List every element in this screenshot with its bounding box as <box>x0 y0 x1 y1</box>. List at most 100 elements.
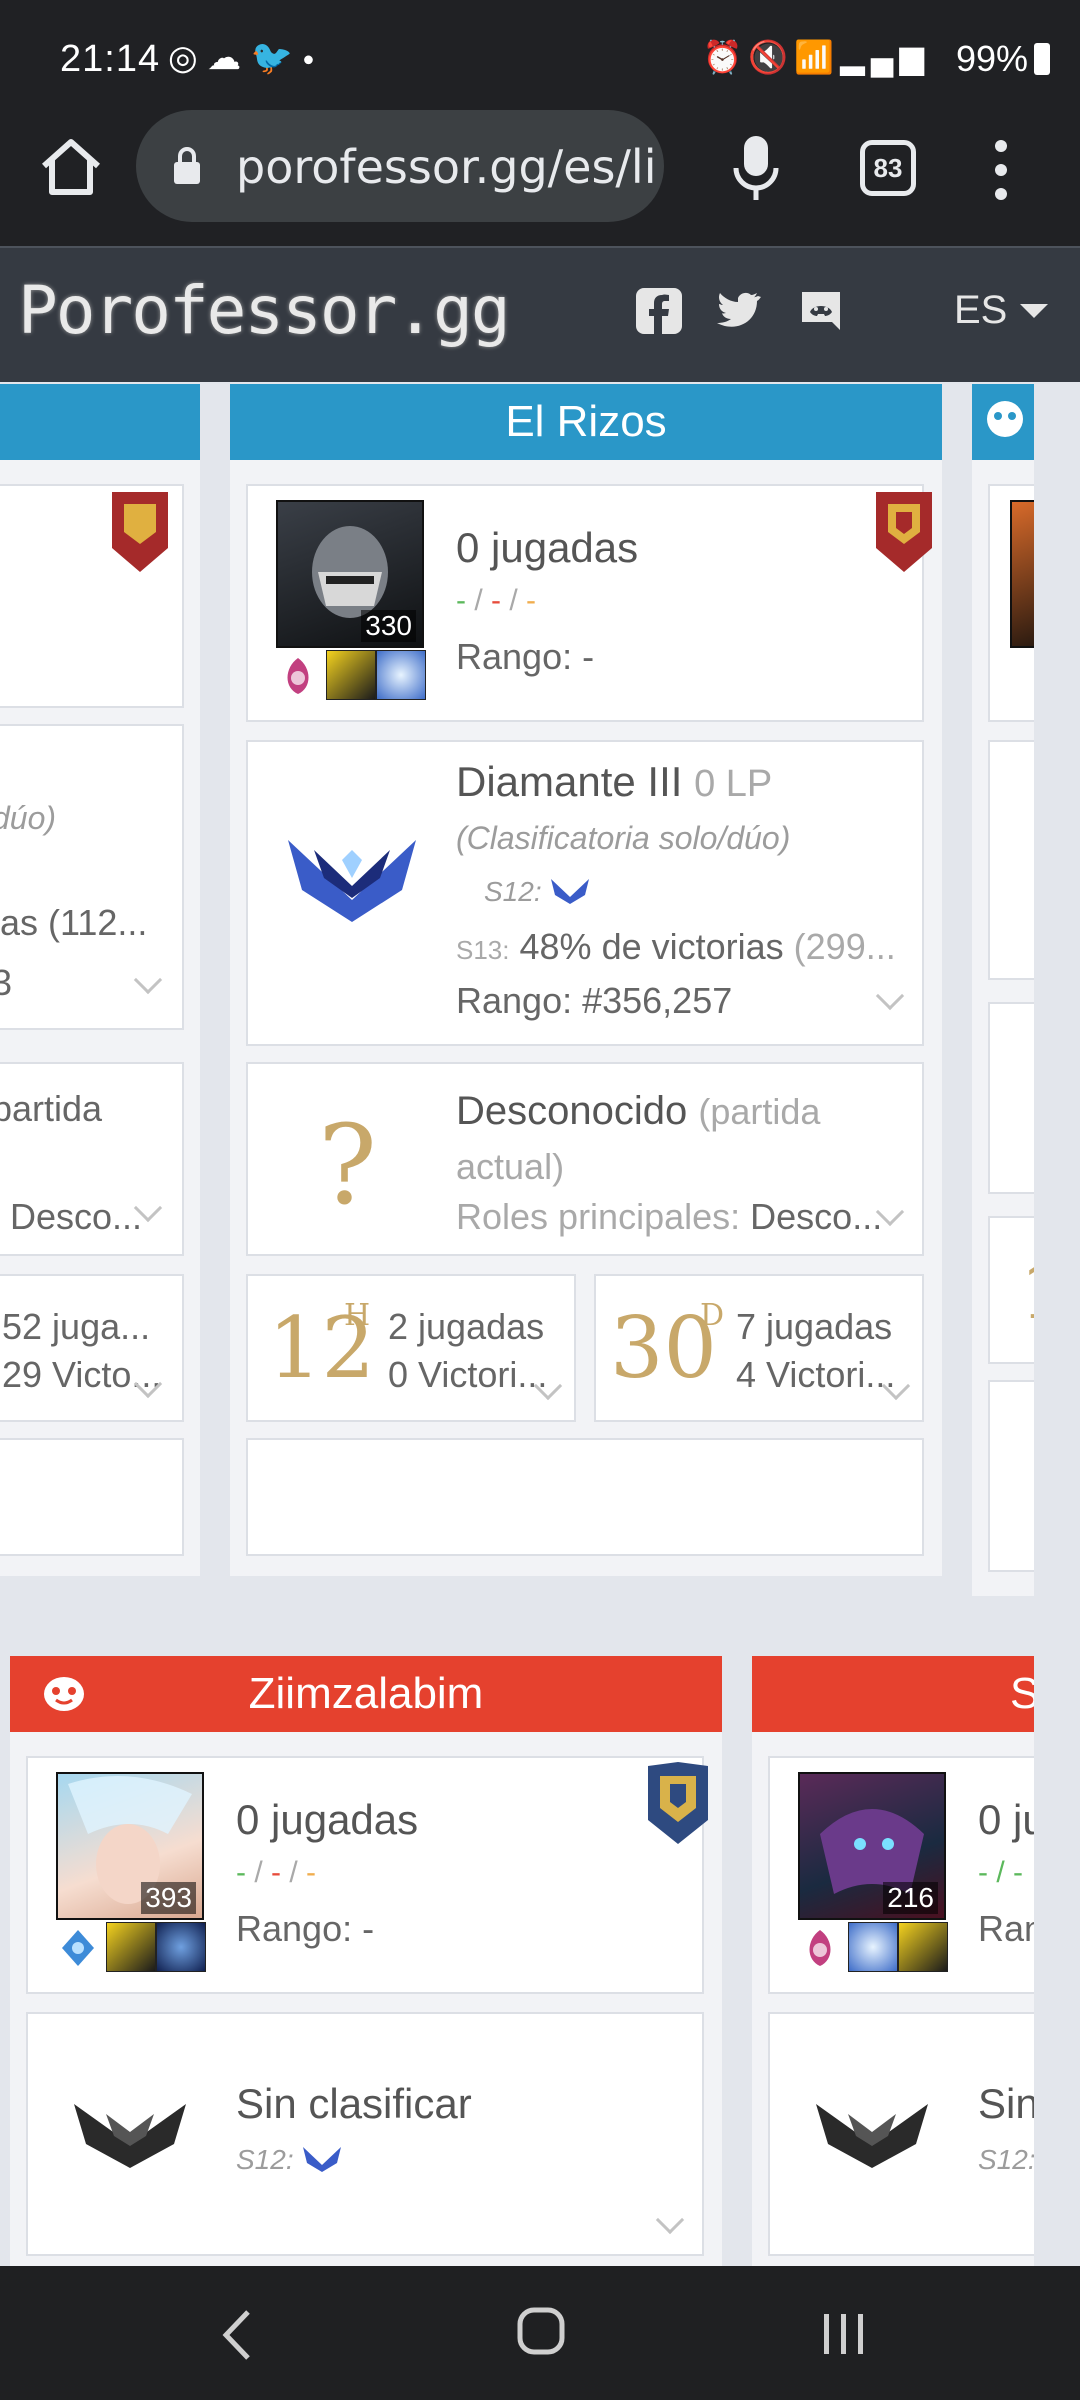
champion-level: 393 <box>141 1882 196 1914</box>
ladder-rank-text: Rango: #356,257 <box>456 980 733 1021</box>
wins-count-text: 4 Victori... <box>736 1354 896 1395</box>
rank-emblem-icon <box>876 492 932 572</box>
language-selector[interactable]: ES <box>954 288 1007 333</box>
browser-toolbar: porofessor.gg/es/li 83 <box>0 110 1080 246</box>
recent-apps-icon[interactable] <box>820 2312 868 2356</box>
player-name[interactable]: Ziimzalabim <box>249 1669 484 1718</box>
stats-30-days-panel[interactable]: 30 D 7 jugadas 4 Victori... <box>594 1274 924 1422</box>
extra-panel <box>246 1438 924 1556</box>
address-bar[interactable]: porofessor.gg/es/li <box>136 110 664 222</box>
player-name[interactable]: El Rizos <box>230 384 942 460</box>
ranked-panel[interactable]: Diamante III 0 LP (Clasificatoria solo/d… <box>246 740 924 1046</box>
facebook-icon[interactable] <box>634 286 684 336</box>
kda-text: - / - / - <box>456 584 537 617</box>
cloud-icon: ☁ <box>207 39 242 77</box>
hours-unit: H <box>344 1298 371 1333</box>
player-card-partial-right: 1 <box>972 384 1068 1596</box>
main-roles-text: Roles principales: Desco... <box>456 1196 883 1237</box>
player-card-partial-right-bottom: S 216 0 ju - / - Ran Sin S12: <box>752 1656 1048 2266</box>
chevron-down-icon[interactable] <box>133 965 163 995</box>
alarm-icon: ⏰ <box>702 39 749 75</box>
diamond-emblem-icon <box>288 840 416 922</box>
player-card-header: Ziimzalabim <box>10 1656 722 1732</box>
recent-stats-panel[interactable]: 52 juga... 29 Victo... <box>0 1274 184 1422</box>
rank-label: Rango: - <box>456 636 595 677</box>
flash-spell-icon <box>376 650 426 700</box>
tier-text: Sin clasificar <box>236 2080 472 2127</box>
tier-text: Sin <box>978 2080 1039 2127</box>
champion-portrait[interactable]: 216 <box>798 1772 946 1920</box>
player-card-el-rizos: El Rizos 330 0 jugadas - / - / - Rango: … <box>230 384 942 1576</box>
battery-level: 99% <box>956 38 1050 80</box>
status-bar: 21:14 ◎ ☁ 🐦 ● ⏰🔇📶▂▄▆ 99% <box>0 0 1080 120</box>
kda-text: - / - <box>978 1856 1023 1889</box>
ranked-panel[interactable]: dúo) ias (112... 3 <box>0 724 184 1030</box>
champion-panel[interactable]: 393 0 jugadas - / - / - Rango: - <box>26 1756 708 1994</box>
page-gutter <box>1034 384 1080 2266</box>
site-header: Porofessor.gg ES <box>0 246 1080 382</box>
diamond-small-icon <box>551 879 590 904</box>
unranked-emblem-icon <box>816 2104 928 2168</box>
games-count-text: 2 jugadas <box>388 1306 545 1347</box>
rank-emblem-icon <box>648 1762 708 1844</box>
mute-icon: 🔇 <box>748 39 795 75</box>
champion-level: 330 <box>361 610 416 642</box>
ranked-queue-label: (Clasificatoria solo/dúo) <box>456 820 791 856</box>
discord-icon[interactable] <box>796 286 846 336</box>
ranked-panel[interactable]: Sin clasificar S12: <box>26 2012 704 2256</box>
champion-portrait[interactable]: 330 <box>276 500 424 648</box>
home-nav-icon[interactable] <box>516 2306 566 2356</box>
champion-level: 216 <box>883 1882 938 1914</box>
current-game-panel[interactable]: partida Desco... <box>0 1062 184 1256</box>
rune-icon <box>278 654 318 698</box>
home-icon[interactable] <box>36 132 106 202</box>
site-logo[interactable]: Porofessor.gg <box>18 272 511 349</box>
current-role-text: Desconocido (partida actual) <box>456 1089 821 1187</box>
chevron-down-icon[interactable] <box>875 981 905 1011</box>
games-count-text: 52 juga... <box>2 1306 151 1347</box>
dot-icon: ● <box>302 48 315 71</box>
summoner-spells <box>58 1922 206 1974</box>
question-mark-icon: ? <box>318 1101 377 1229</box>
summoner-spells <box>278 650 426 702</box>
cleanse-spell-icon <box>156 1922 206 1972</box>
microphone-icon[interactable] <box>728 132 784 204</box>
current-game-panel[interactable]: ? Desconocido (partida actual) Roles pri… <box>246 1062 924 1256</box>
current-game-text: partida <box>0 1088 103 1129</box>
extra-panel <box>0 1438 184 1556</box>
player-card-header <box>0 384 200 460</box>
ladder-rank-text: 3 <box>0 962 13 1003</box>
champion-panel[interactable]: 216 0 ju - / - Ran <box>768 1756 1048 1994</box>
wifi-icon: 📶 <box>794 39 841 75</box>
wins-count-text: 29 Victo... <box>2 1354 162 1395</box>
previous-season-rank: S12: <box>978 2144 1036 2175</box>
stats-12-hours-panel[interactable]: 12 H 2 jugadas 0 Victori... <box>246 1274 576 1422</box>
back-icon[interactable] <box>222 2308 252 2362</box>
ghost-spell-icon <box>898 1922 948 1972</box>
champion-panel[interactable]: 330 0 jugadas - / - / - Rango: - <box>246 484 932 722</box>
champion-portrait[interactable]: 393 <box>56 1772 204 1920</box>
games-count-text: 7 jugadas <box>736 1306 893 1347</box>
chevron-down-icon[interactable] <box>1020 304 1048 318</box>
notification-icons: ◎ ☁ 🐦 ● <box>168 38 314 78</box>
more-menu-icon[interactable] <box>986 138 1016 202</box>
battery-icon <box>1034 43 1050 75</box>
ranked-panel[interactable]: Sin S12: <box>768 2012 1048 2256</box>
player-card-header <box>972 384 1034 460</box>
ghost-spell-icon <box>326 650 376 700</box>
winrate-text: ias (112... <box>0 902 148 943</box>
system-icons: ⏰🔇📶▂▄▆ <box>703 38 930 76</box>
previous-season-rank: S12: <box>236 2144 343 2176</box>
twitter-icon[interactable] <box>712 286 762 336</box>
days-unit: D <box>700 1298 725 1333</box>
player-name[interactable]: S <box>752 1656 1039 1732</box>
summoner-spells <box>800 1922 948 1974</box>
tier-text: Diamante III 0 LP <box>456 758 773 805</box>
roles-text: Desco... <box>10 1196 143 1237</box>
previous-season-rank: S12: <box>484 876 591 908</box>
chevron-down-icon[interactable] <box>655 2205 685 2235</box>
tab-switcher-button[interactable]: 83 <box>860 140 916 196</box>
poro-icon <box>987 401 1023 437</box>
status-time: 21:14 <box>60 38 161 80</box>
twitter-icon: 🐦 <box>250 39 293 77</box>
